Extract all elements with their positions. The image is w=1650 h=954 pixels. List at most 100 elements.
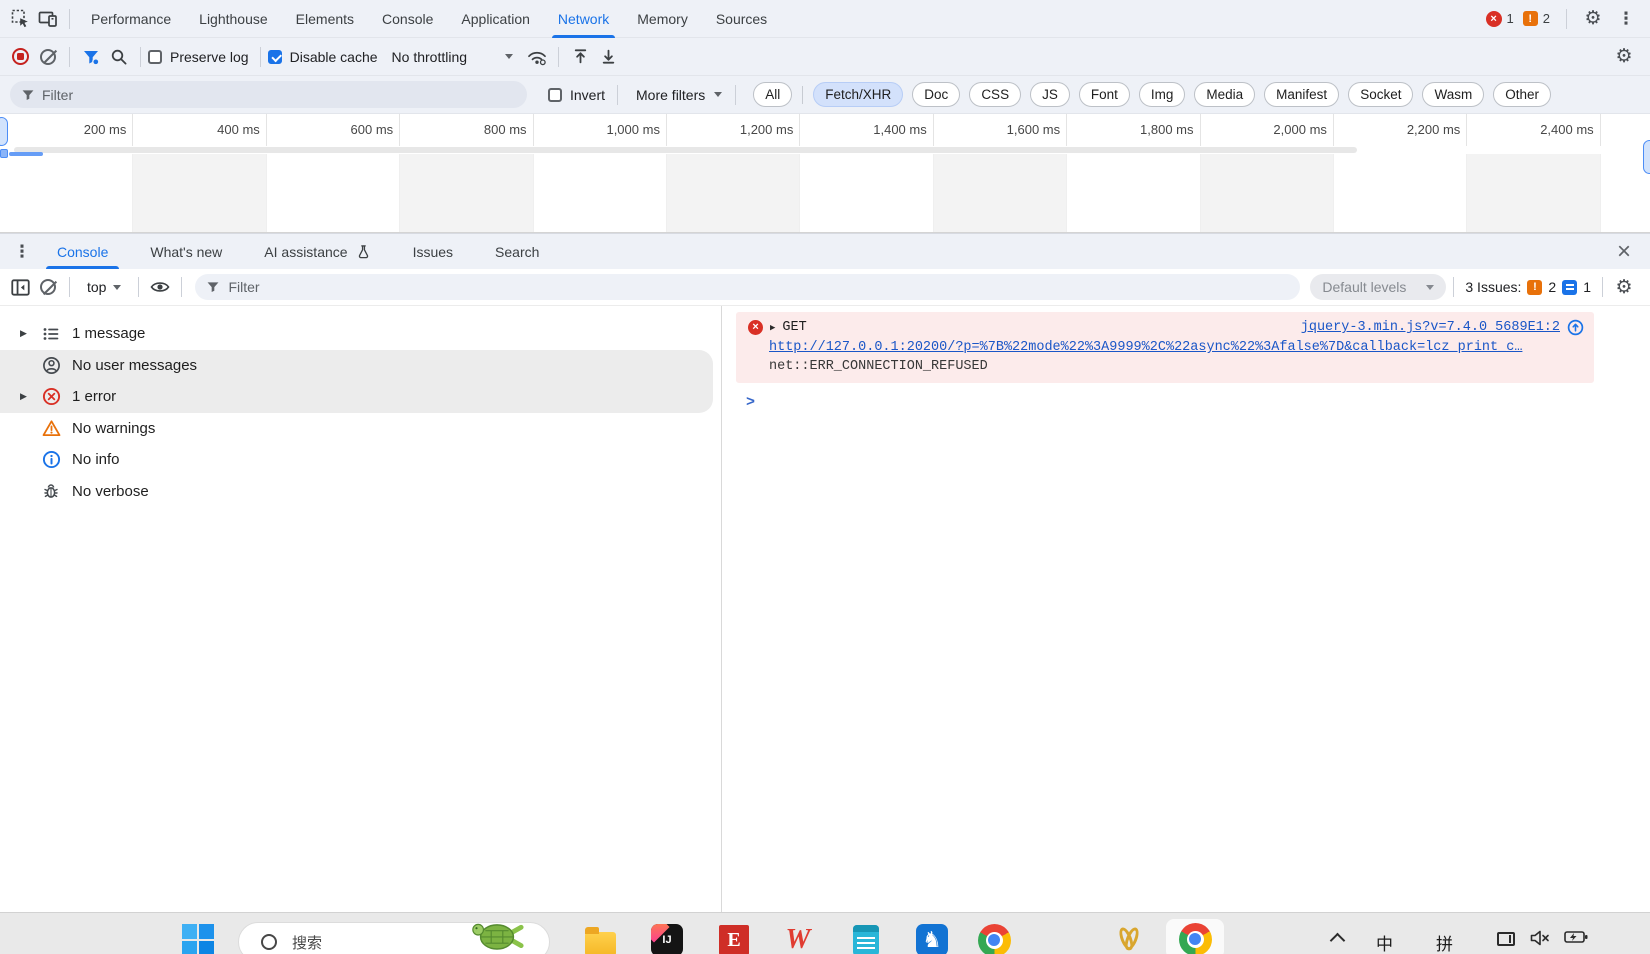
chip-css[interactable]: CSS	[969, 82, 1021, 107]
filter-toggle-button[interactable]	[77, 43, 105, 71]
clear-console-button[interactable]	[34, 273, 62, 301]
kebab-menu-icon: ⋮	[14, 242, 31, 262]
chip-other[interactable]: Other	[1493, 82, 1551, 107]
sidebar-item-no-info[interactable]: No info	[0, 444, 721, 476]
sidebar-item-1-error[interactable]: ▶1 error	[0, 381, 713, 413]
tab-sources[interactable]: Sources	[702, 0, 781, 37]
console-prompt-chevron[interactable]: >	[746, 394, 1636, 411]
preserve-log-checkbox[interactable]	[148, 50, 162, 64]
network-conditions-button[interactable]	[523, 43, 551, 71]
context-value: top	[87, 279, 106, 295]
disable-cache-checkbox[interactable]	[268, 50, 282, 64]
drawer-menu-button[interactable]: ⋮	[8, 238, 36, 266]
chip-media[interactable]: Media	[1194, 82, 1255, 107]
sidebar-item-1-message[interactable]: ▶1 message	[0, 318, 721, 350]
settings-button[interactable]: ⚙	[1579, 5, 1607, 33]
turtle-pet-overlay[interactable]	[468, 917, 526, 954]
active-chrome-icon[interactable]	[1166, 919, 1224, 954]
tray-expand-chevron-icon[interactable]	[1330, 933, 1346, 949]
chip-socket[interactable]: Socket	[1348, 82, 1413, 107]
sidebar-item-no-warnings[interactable]: No warnings	[0, 413, 721, 445]
inspect-element-button[interactable]	[6, 5, 34, 33]
import-har-button[interactable]	[566, 43, 594, 71]
filter-placeholder: Filter	[42, 87, 73, 103]
more-filters-dropdown[interactable]: More filters	[636, 87, 722, 103]
request-url-link[interactable]: http://127.0.0.1:20200/?p=%7B%22mode%22%…	[769, 340, 1522, 355]
live-expression-button[interactable]	[146, 273, 174, 301]
chip-font[interactable]: Font	[1079, 82, 1130, 107]
tray-display-icon[interactable]	[1497, 932, 1515, 946]
notepad-icon[interactable]	[849, 923, 883, 954]
chevron-down-icon	[1426, 285, 1434, 290]
chip-img[interactable]: Img	[1139, 82, 1186, 107]
tab-memory[interactable]: Memory	[623, 0, 702, 37]
chip-js[interactable]: JS	[1030, 82, 1070, 107]
invert-checkbox[interactable]	[548, 88, 562, 102]
warning-badge-icon[interactable]: !	[1523, 11, 1538, 26]
device-toolbar-button[interactable]	[34, 5, 62, 33]
expand-triangle-icon[interactable]: ▶	[770, 323, 775, 333]
tab-elements[interactable]: Elements	[282, 0, 368, 37]
chrome-icon[interactable]	[977, 923, 1011, 954]
close-drawer-button[interactable]: ×	[1610, 240, 1638, 264]
tab-application[interactable]: Application	[447, 0, 544, 37]
rabbit-app-icon[interactable]	[1112, 923, 1146, 954]
console-settings-button[interactable]: ⚙	[1610, 273, 1638, 301]
ime-mode-indicator[interactable]: 拼	[1436, 930, 1453, 954]
expand-triangle-icon[interactable]: ▶	[20, 391, 33, 402]
clipped-request-pill-right[interactable]	[1643, 140, 1650, 174]
start-button[interactable]	[182, 924, 214, 954]
tray-battery-icon[interactable]	[1564, 930, 1588, 947]
drawer-tab-console[interactable]: Console	[36, 234, 129, 269]
clipped-request-pill-left[interactable]	[0, 117, 8, 146]
tab-console[interactable]: Console	[368, 0, 447, 37]
network-search-button[interactable]	[105, 43, 133, 71]
tab-network[interactable]: Network	[544, 0, 623, 37]
network-settings-button[interactable]: ⚙	[1610, 43, 1638, 71]
editplus-icon[interactable]: E	[717, 923, 751, 954]
execution-context-select[interactable]: top	[87, 279, 121, 295]
export-har-button[interactable]	[594, 43, 622, 71]
horse-app-icon[interactable]: ♞	[915, 923, 949, 954]
devtools-tabbar: PerformanceLighthouseElementsConsoleAppl…	[0, 0, 1650, 38]
drawer-tab-ai-assistance[interactable]: AI assistance	[243, 234, 391, 269]
sidebar-item-no-verbose[interactable]: No verbose	[0, 476, 721, 508]
clear-network-log-button[interactable]	[34, 43, 62, 71]
console-filter-input[interactable]: Filter	[195, 274, 1300, 300]
warning-icon	[42, 419, 61, 438]
request-marker[interactable]	[0, 149, 8, 158]
sidebar-item-no-user-messages[interactable]: No user messages	[0, 350, 713, 382]
wps-office-icon[interactable]: W	[781, 923, 815, 954]
ruler-tick: 1,200 ms	[667, 114, 800, 146]
expand-triangle-icon[interactable]: ▶	[20, 328, 33, 339]
record-network-log-button[interactable]	[6, 43, 34, 71]
drawer-tab-issues[interactable]: Issues	[392, 234, 474, 269]
request-link-icon[interactable]	[1567, 319, 1584, 336]
console-sidebar-toggle-button[interactable]	[6, 273, 34, 301]
intellij-idea-icon[interactable]: IJ	[650, 923, 684, 954]
file-explorer-icon[interactable]	[583, 923, 617, 954]
drawer-tab-search[interactable]: Search	[474, 234, 560, 269]
drawer-tab-what-s-new[interactable]: What's new	[129, 234, 243, 269]
tray-volume-muted-icon[interactable]	[1530, 930, 1550, 949]
log-levels-select[interactable]: Default levels	[1310, 274, 1446, 300]
source-link[interactable]: jquery-3.min.js?v=7.4.0 5689E1:2	[1301, 320, 1560, 335]
issues-counter[interactable]: 3 Issues: ! 2 1	[1465, 279, 1591, 295]
chip-manifest[interactable]: Manifest	[1264, 82, 1339, 107]
scrollbar-thumb[interactable]	[14, 147, 1357, 153]
chip-wasm[interactable]: Wasm	[1422, 82, 1484, 107]
issues-label: 3 Issues:	[1465, 279, 1521, 295]
ime-language-indicator[interactable]: 中	[1376, 930, 1393, 954]
message-source: jquery-3.min.js?v=7.4.0 5689E1:2	[1301, 319, 1584, 336]
chip-doc[interactable]: Doc	[912, 82, 960, 107]
chip-fetch-xhr[interactable]: Fetch/XHR	[813, 82, 903, 107]
chip-all[interactable]: All	[753, 82, 792, 107]
throttling-select[interactable]: No throttling	[392, 49, 513, 65]
devtools-menu-button[interactable]: ⋮	[1612, 5, 1640, 33]
error-badge-icon[interactable]: ×	[1486, 11, 1502, 27]
network-filter-input[interactable]: Filter	[10, 81, 527, 108]
tab-lighthouse[interactable]: Lighthouse	[185, 0, 282, 37]
ruler-tick: 400 ms	[133, 114, 266, 146]
drawer-tab-list: ConsoleWhat's newAI assistanceIssuesSear…	[36, 234, 560, 269]
tab-performance[interactable]: Performance	[77, 0, 185, 37]
